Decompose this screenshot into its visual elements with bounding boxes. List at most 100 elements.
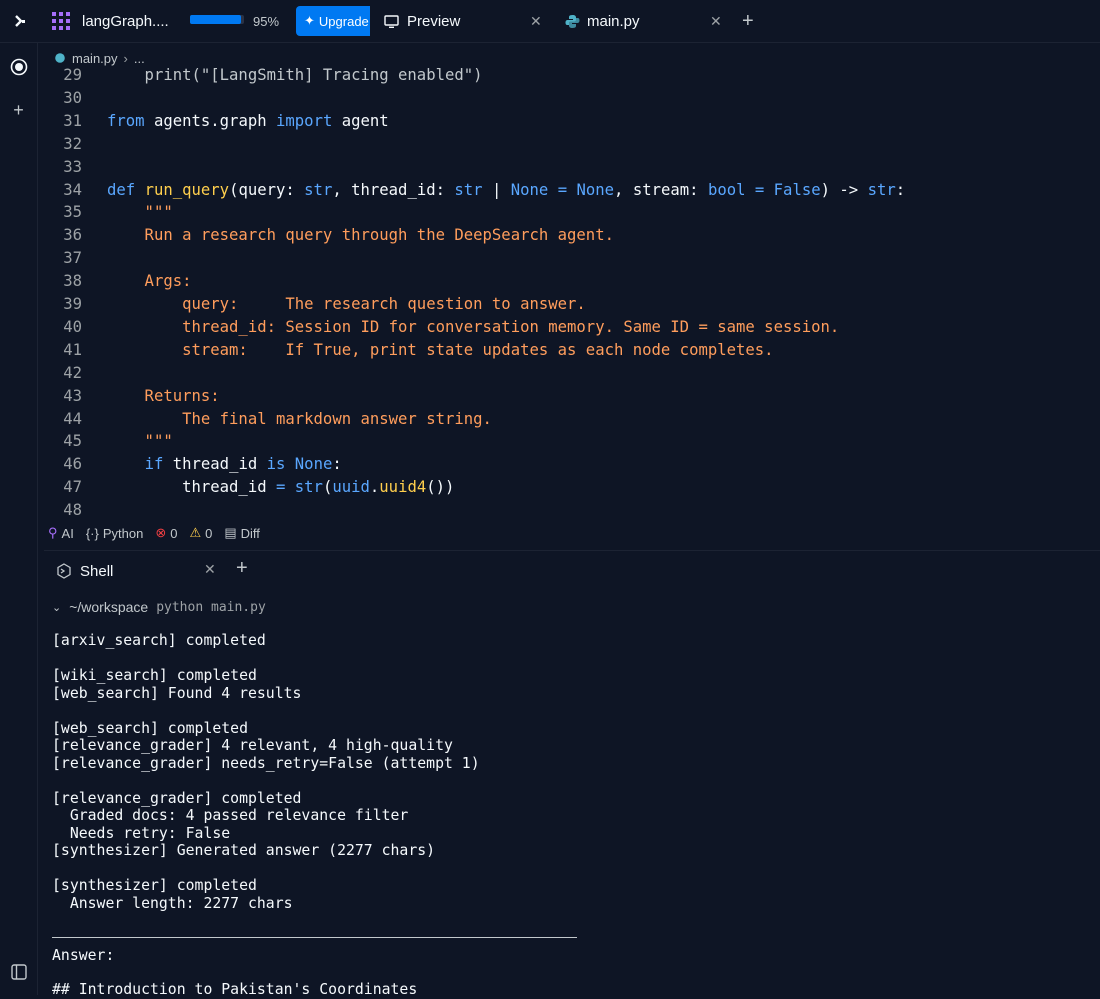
code-line[interactable]: 32 xyxy=(44,133,107,156)
ai-status[interactable]: ⚲ AI xyxy=(48,525,74,541)
code-line[interactable]: 30 xyxy=(44,87,107,110)
repl-logo-icon[interactable] xyxy=(52,0,70,42)
code-token: . xyxy=(369,478,380,497)
new-tab-plus-icon[interactable]: + xyxy=(742,0,754,42)
line-number: 36 xyxy=(63,226,82,245)
code-line[interactable]: 47 thread_id = str(uuid.uuid4()) xyxy=(44,476,454,499)
output-divider xyxy=(52,937,577,938)
warnings-count: 0 xyxy=(205,525,213,541)
workspace-record-icon[interactable] xyxy=(0,55,37,79)
diff-status[interactable]: ▤ Diff xyxy=(224,525,260,541)
shell-pane[interactable]: Shell ✕ + ⌄ ~/workspace python main.py [… xyxy=(44,550,1100,998)
line-number: 35 xyxy=(63,203,82,222)
code-line[interactable]: 43 Returns: xyxy=(44,385,219,408)
add-pane-icon[interactable]: + xyxy=(0,99,37,121)
line-number: 48 xyxy=(63,501,82,520)
code-line[interactable]: 45 """ xyxy=(44,430,173,453)
code-token: False xyxy=(773,180,821,199)
code-line[interactable]: 35 """ xyxy=(44,201,173,224)
close-preview-tab-icon[interactable]: ✕ xyxy=(530,0,542,42)
code-line[interactable]: 36 Run a research query through the Deep… xyxy=(44,224,614,247)
panel-toggle-icon[interactable] xyxy=(0,961,37,983)
line-number: 39 xyxy=(63,295,82,313)
editor-status-bar: ⚲ AI {·} Python ⊗ 0 ⚠ 0 ▤ Diff xyxy=(44,522,1100,544)
new-shell-tab-plus-icon[interactable]: + xyxy=(236,557,248,580)
usage-progress-fill xyxy=(190,15,242,24)
shell-prompt: ⌄ ~/workspace python main.py xyxy=(52,598,266,616)
repl-name[interactable]: langGraph.... xyxy=(82,0,169,42)
line-number: 30 xyxy=(63,88,82,107)
tab-main-py-label: main.py xyxy=(587,12,640,30)
terminal-line: [relevance_grader] needs_retry=False (at… xyxy=(52,754,480,772)
terminal-line: Answer length: 2277 chars xyxy=(52,894,293,912)
code-editor[interactable]: 29 print("[LangSmith] Tracing enabled") 3… xyxy=(44,43,1100,546)
code-token: run_query xyxy=(144,180,230,199)
chevron-down-icon[interactable]: ⌄ xyxy=(52,601,61,614)
code-line[interactable]: 38 Args: xyxy=(44,270,191,293)
terminal-line: [relevance_grader] 4 relevant, 4 high-qu… xyxy=(52,737,453,754)
close-main-py-tab-icon[interactable]: ✕ xyxy=(710,0,722,42)
tab-preview[interactable]: Preview xyxy=(384,0,460,42)
code-token: str xyxy=(867,180,896,199)
breadcrumb-file[interactable]: main.py xyxy=(72,51,118,66)
code-token: None xyxy=(510,180,558,199)
upgrade-button[interactable]: ✦ Upgrade xyxy=(296,6,370,36)
monitor-icon xyxy=(384,14,399,28)
terminal-line: [web_search] completed xyxy=(52,719,248,737)
line-number: 32 xyxy=(63,134,82,153)
code-token: bool xyxy=(707,180,755,199)
tab-shell[interactable]: Shell xyxy=(56,559,113,583)
code-line[interactable]: 29 print("[LangSmith] Tracing enabled") xyxy=(44,64,482,87)
terminal-line: [synthesizer] completed xyxy=(52,877,257,894)
chevron-right-icon: › xyxy=(123,50,128,66)
code-line[interactable]: 31 from agents.graph import agent xyxy=(44,110,388,133)
code-token: import xyxy=(276,111,342,130)
code-token: stream: If True, print state updates as … xyxy=(107,340,774,359)
code-token: ( xyxy=(322,478,333,497)
terminal-line: Graded docs: 4 passed relevance filter xyxy=(52,807,409,824)
terminal-line: [wiki_search] completed xyxy=(52,667,257,684)
ai-icon: ⚲ xyxy=(48,525,58,540)
code-line[interactable]: 33 xyxy=(44,156,107,179)
code-token: None xyxy=(576,180,615,199)
language-status[interactable]: {·} Python xyxy=(86,526,144,541)
code-token: """ xyxy=(107,203,173,222)
code-token: if xyxy=(144,455,173,474)
code-token: thread_id xyxy=(172,455,267,474)
code-token: : xyxy=(332,455,342,474)
usage-progress-label: 95% xyxy=(253,13,280,29)
errors-status[interactable]: ⊗ 0 xyxy=(155,525,177,541)
code-line[interactable]: 40 thread_id: Session ID for conversatio… xyxy=(44,316,839,339)
tab-preview-label: Preview xyxy=(407,12,461,30)
shell-tab-label: Shell xyxy=(80,562,114,580)
terminal-line: [synthesizer] Generated answer (2277 cha… xyxy=(52,842,436,859)
line-number: 40 xyxy=(63,317,82,336)
code-token: agents.graph xyxy=(153,111,277,130)
code-token: Run a research query through the DeepSea… xyxy=(107,226,614,245)
code-line[interactable]: 34 def run_query(query: str, thread_id: s… xyxy=(44,179,905,202)
breadcrumb-ellipsis[interactable]: ... xyxy=(134,51,145,66)
code-line[interactable]: 48 xyxy=(44,499,107,522)
code-token: thread_id: Session ID for conversation m… xyxy=(107,317,840,336)
code-line[interactable]: 42 xyxy=(44,362,107,385)
line-number: 33 xyxy=(63,157,82,176)
usage-progress-bar[interactable] xyxy=(190,15,244,24)
sidebar-toggle-icon[interactable] xyxy=(8,0,32,42)
shell-icon xyxy=(56,563,72,579)
code-token: : xyxy=(895,180,906,199)
terminal-line: [arxiv_search] completed xyxy=(52,632,266,649)
answer-label: Answer: xyxy=(52,947,115,964)
line-number: 38 xyxy=(63,272,82,291)
close-shell-tab-icon[interactable]: ✕ xyxy=(204,561,216,578)
code-line[interactable]: 37 xyxy=(44,247,107,270)
code-line[interactable]: 46 if thread_id is None: xyxy=(44,453,342,476)
line-number: 29 xyxy=(63,66,82,84)
code-line[interactable]: 41 stream: If True, print state updates … xyxy=(44,339,774,362)
code-line[interactable]: 44 The final markdown answer string. xyxy=(44,408,492,431)
code-line[interactable]: 39 query: The research question to answe… xyxy=(44,293,586,316)
terminal-line: [web_search] Found 4 results xyxy=(52,684,302,702)
errors-count: 0 xyxy=(170,525,178,541)
warnings-status[interactable]: ⚠ 0 xyxy=(189,525,212,541)
tab-main-py[interactable]: main.py xyxy=(565,0,640,42)
line-number: 46 xyxy=(63,455,82,474)
